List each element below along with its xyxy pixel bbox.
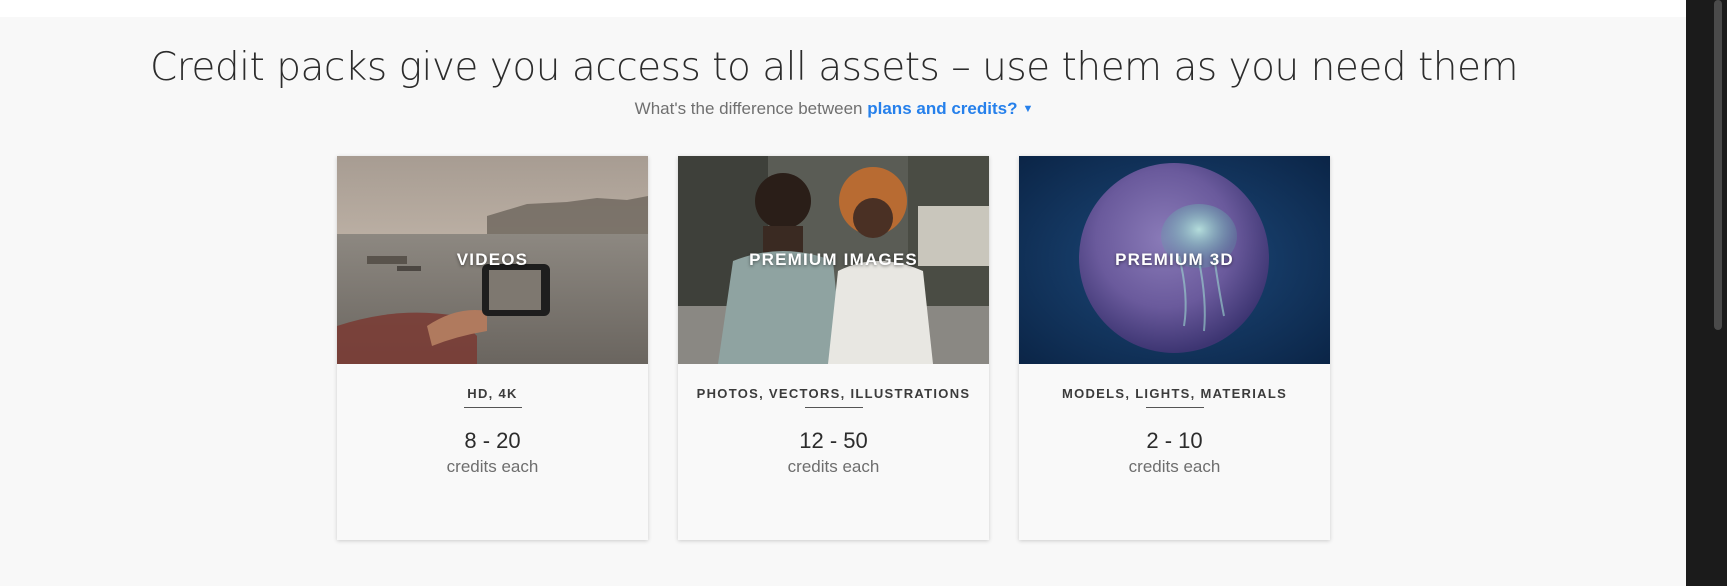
premium-images-image: PREMIUM IMAGES (678, 156, 989, 364)
card-title-premium-images: PREMIUM IMAGES (749, 250, 918, 269)
card-divider (1145, 407, 1204, 408)
scrollbar-thumb[interactable] (1714, 0, 1722, 330)
card-range-premium-3d: 2 - 10 (1146, 428, 1203, 453)
card-premium-3d[interactable]: PREMIUM 3D MODELS, LIGHTS, MATERIALS 2 -… (1019, 156, 1330, 540)
credit-packs-section: Credit packs give you access to all asse… (0, 17, 1686, 586)
card-unit-premium-3d: credits each (1128, 457, 1221, 476)
videos-image: VIDEOS (337, 156, 648, 364)
card-unit-videos: credits each (446, 457, 539, 476)
plans-and-credits-link[interactable]: plans and credits? ▼ (867, 99, 1033, 118)
card-videos[interactable]: VIDEOS HD, 4K 8 - 20 credits each (337, 156, 648, 540)
card-title-premium-3d: PREMIUM 3D (1115, 250, 1234, 269)
page: Credit packs give you access to all asse… (0, 0, 1727, 586)
card-types-premium-3d: MODELS, LIGHTS, MATERIALS (1061, 386, 1288, 401)
card-range-videos: 8 - 20 (464, 428, 521, 453)
card-premium-images[interactable]: PREMIUM IMAGES PHOTOS, VECTORS, ILLUSTRA… (678, 156, 989, 540)
card-types-premium-images: PHOTOS, VECTORS, ILLUSTRATIONS (696, 386, 971, 401)
page-title: Credit packs give you access to all asse… (150, 45, 1518, 90)
card-divider (804, 407, 863, 408)
plans-and-credits-link-label[interactable]: plans and credits? (867, 99, 1017, 118)
card-title-videos: VIDEOS (456, 250, 529, 269)
chevron-down-icon[interactable]: ▼ (1022, 103, 1033, 115)
premium-3d-image: PREMIUM 3D (1019, 156, 1330, 364)
card-range-premium-images: 12 - 50 (799, 428, 868, 453)
subline: What's the difference between plans and … (0, 99, 1668, 119)
top-strip (0, 0, 1686, 17)
subline-prefix: What's the difference between (634, 99, 863, 118)
card-types-videos: HD, 4K (467, 386, 518, 401)
card-divider (463, 407, 522, 408)
card-unit-premium-images: credits each (787, 457, 880, 476)
window-scrollbar[interactable] (1686, 0, 1727, 586)
